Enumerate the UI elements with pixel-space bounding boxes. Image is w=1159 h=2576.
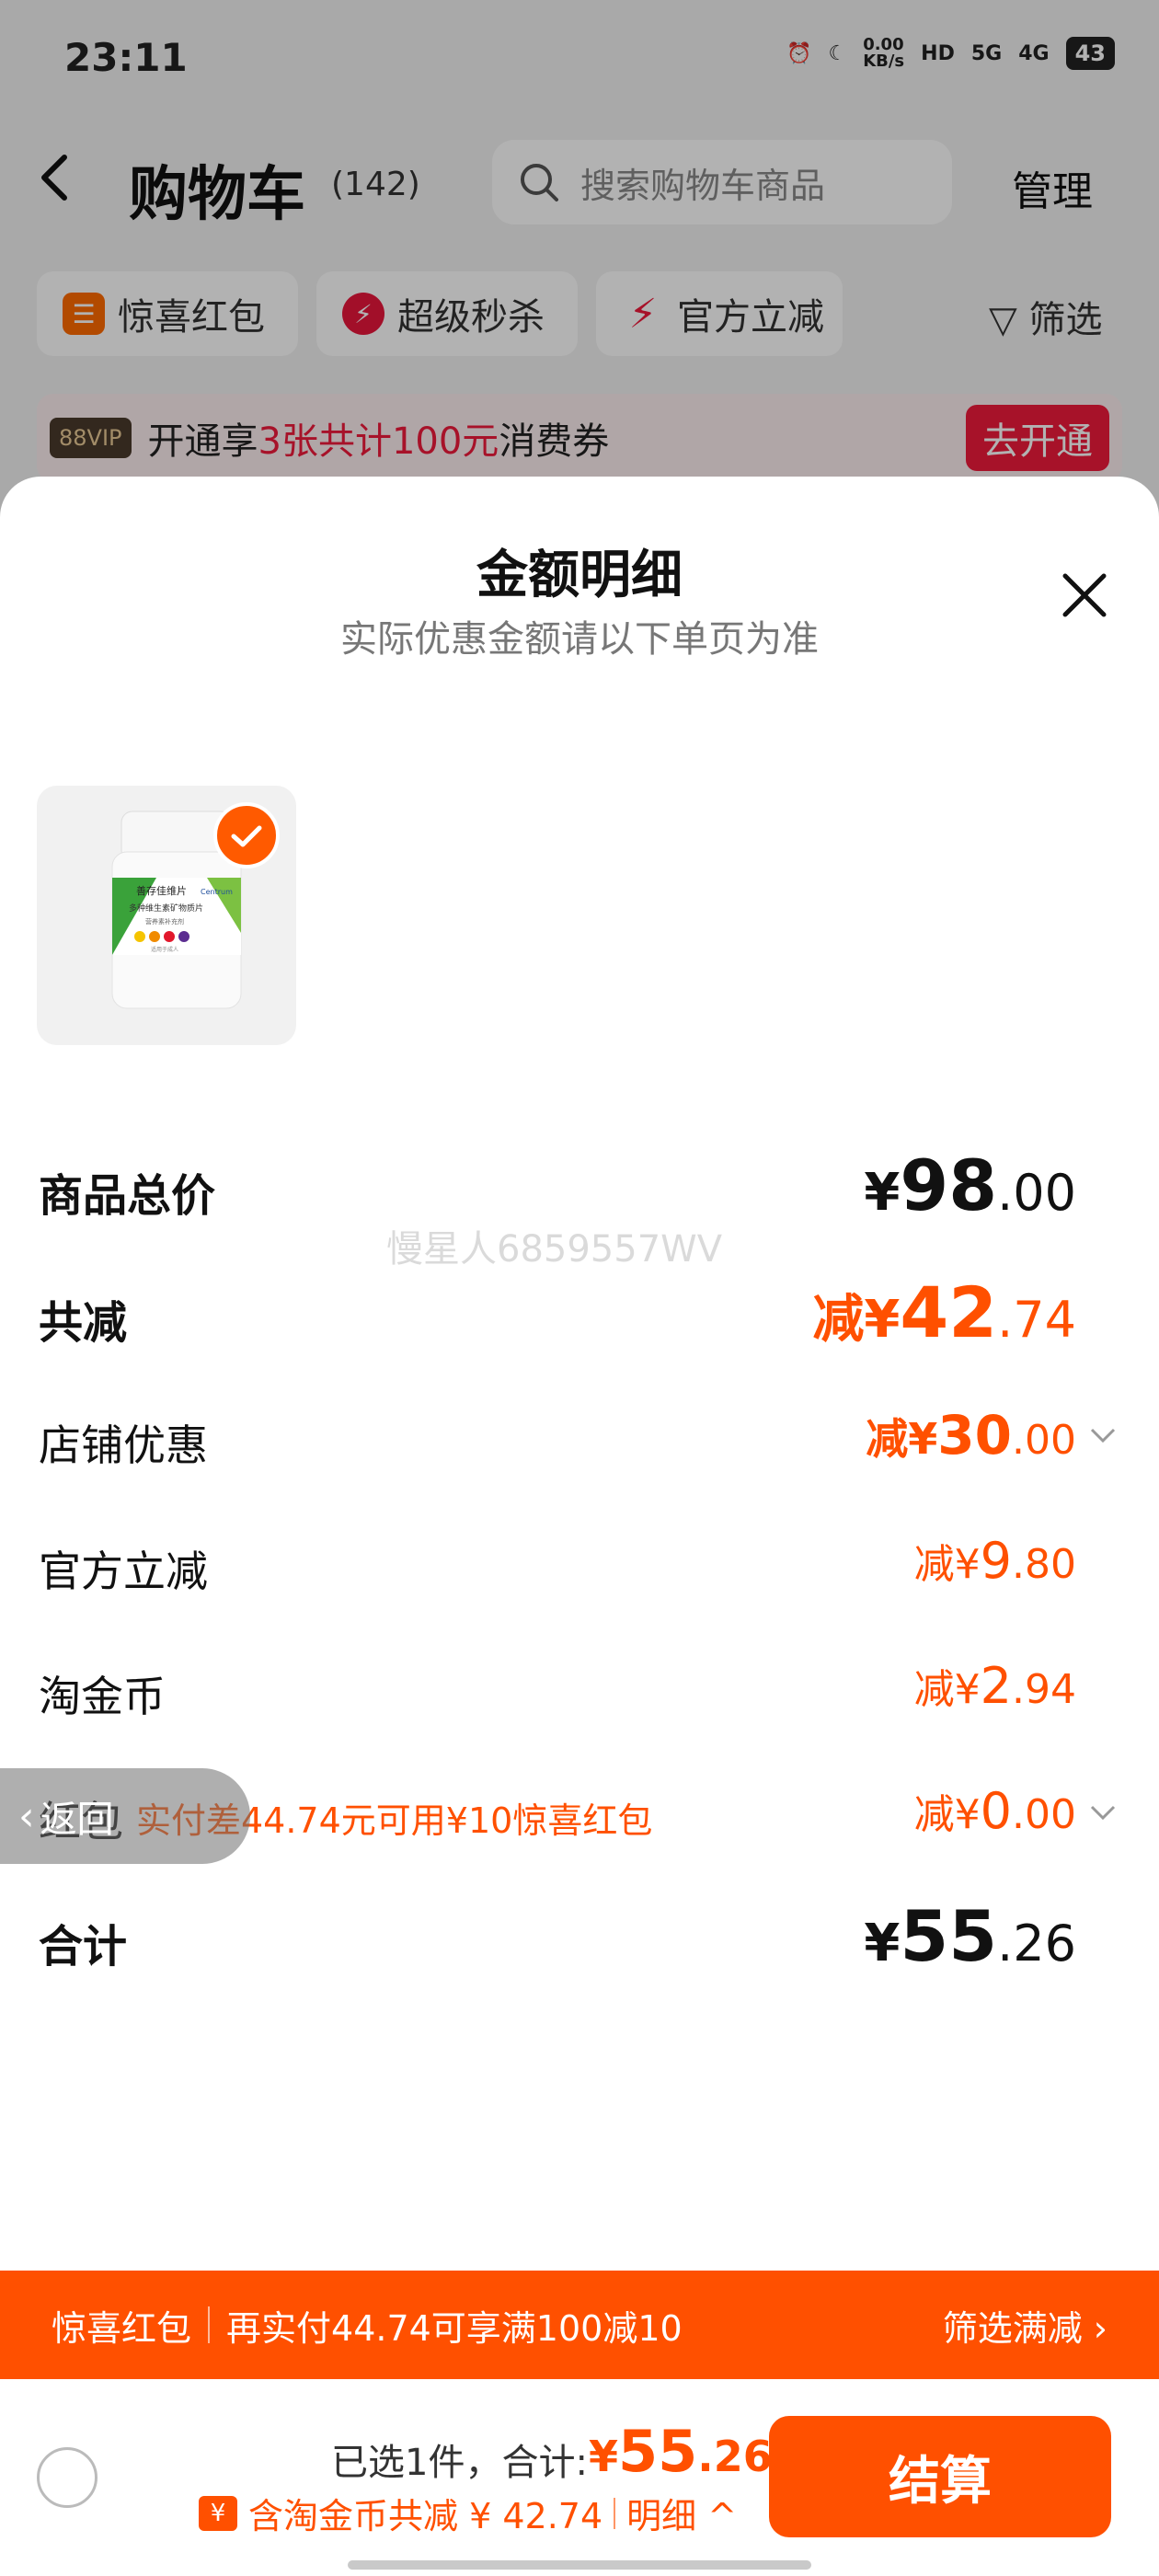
coin-icon: ¥ [199, 2495, 237, 2531]
goods-total-label: 商品总价 [39, 1170, 216, 1222]
chevron-left-icon: ‹ [18, 1792, 35, 1840]
total-discount-value: 减¥42.74 [812, 1271, 1076, 1353]
watermark: 慢星人6859557WV [386, 1228, 723, 1271]
sheet-subtitle: 实际优惠金额请以下单页为准 [340, 618, 819, 661]
bottle-brand: 善存佳维片 [136, 884, 187, 897]
return-button[interactable]: ‹ 返回 [0, 1768, 250, 1864]
official-discount-value: 减¥9.80 [913, 1532, 1076, 1590]
bottle-name: 多种维生素矿物质片 [129, 903, 203, 914]
promo-left: 惊喜红包 [52, 2307, 192, 2349]
bottle-note: 适用于成人 [151, 946, 178, 953]
selected-count: 已选1件，合计: [331, 2442, 588, 2484]
store-discount-value: 减¥30.00 [866, 1404, 1076, 1466]
selected-check-icon[interactable] [213, 802, 280, 868]
store-discount-label: 店铺优惠 [39, 1420, 208, 1470]
checkout-button[interactable]: 结算 [769, 2416, 1111, 2537]
bottle-sub: 营养素补充剂 [145, 917, 184, 926]
hongbao-value: 减¥0.00 [913, 1782, 1076, 1840]
checkout-total: ¥55.26 [589, 2418, 773, 2485]
sum-value: ¥55.26 [864, 1895, 1076, 1977]
chevron-down-icon[interactable] [1089, 1421, 1117, 1449]
close-icon[interactable] [1058, 569, 1111, 622]
detail-toggle[interactable]: 明细 ^ [626, 2488, 737, 2538]
goods-total-value: ¥98.00 [864, 1144, 1076, 1226]
total-discount-label: 共减 [39, 1297, 128, 1349]
chevron-down-icon[interactable] [1089, 1799, 1117, 1826]
official-discount-label: 官方立减 [39, 1547, 208, 1596]
promo-filter-link[interactable]: 筛选满减 › [943, 2300, 1107, 2351]
bottle-logo: Centrum [201, 888, 233, 896]
sheet-title: 金额明细 [476, 546, 683, 605]
divider [208, 2306, 211, 2343]
coins-summary: ¥ 含淘金币共减 ¥ 42.74 明细 ^ [199, 2488, 737, 2538]
divider [614, 2497, 616, 2529]
sum-label: 合计 [39, 1921, 128, 1972]
taojinbi-label: 淘金币 [39, 1672, 166, 1721]
home-indicator[interactable] [348, 2560, 811, 2570]
taojinbi-value: 减¥2.94 [913, 1657, 1076, 1715]
promo-bar[interactable]: 惊喜红包 再实付44.74可享满100减10 筛选满减 › [0, 2271, 1159, 2379]
promo-middle: 再实付44.74可享满100减10 [226, 2307, 683, 2349]
select-all-radio[interactable] [37, 2447, 98, 2508]
